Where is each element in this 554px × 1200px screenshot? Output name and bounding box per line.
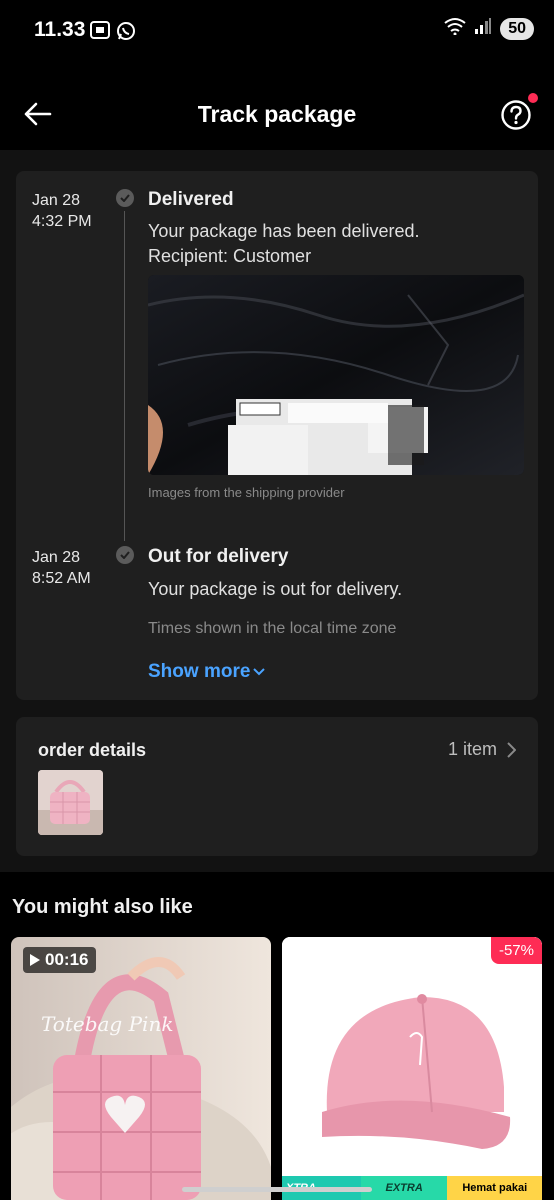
chevron-right-icon	[507, 741, 516, 758]
event-description-line: Your package is out for delivery.	[148, 579, 403, 599]
event-title: Out for delivery	[148, 546, 289, 567]
event-date-day: Jan 28	[32, 549, 81, 566]
recommendations-title: You might also like	[12, 896, 193, 918]
check-circle-icon	[116, 546, 134, 564]
play-icon	[30, 954, 40, 966]
package-photo-image	[148, 275, 524, 475]
discount-badge: -57%	[490, 937, 542, 964]
product-card[interactable]: Totebag Pink 00:16	[11, 937, 271, 1200]
battery-indicator: 50	[500, 17, 534, 40]
status-time: 11.33	[34, 18, 86, 41]
chevron-down-icon	[253, 668, 266, 676]
product-card[interactable]: -57% XTRA EXTRA Hemat pakai	[282, 937, 542, 1200]
order-item-count[interactable]: 1 item	[448, 739, 516, 760]
order-details-card[interactable]: order details 1 item	[16, 717, 538, 856]
video-duration: 00:16	[45, 950, 89, 969]
event-description-line: Your package has been delivered.	[148, 221, 420, 241]
event-date: Jan 28 8:52 AM	[32, 547, 91, 589]
delivery-proof-photo[interactable]	[148, 275, 524, 475]
page-title: Track package	[197, 101, 357, 127]
event-description: Your package is out for delivery.	[148, 577, 402, 602]
home-indicator[interactable]	[182, 1187, 372, 1192]
order-item-thumbnail[interactable]	[38, 770, 103, 835]
photo-caption: Images from the shipping provider	[148, 485, 345, 500]
tote-bag-product-image	[11, 937, 271, 1200]
event-date-time: 4:32 PM	[32, 213, 92, 230]
help-icon	[501, 100, 531, 130]
status-icons-right: 50	[444, 17, 534, 40]
check-circle-icon	[116, 189, 134, 207]
show-more-button[interactable]: Show more	[148, 661, 266, 683]
promo-label: Hemat pakai	[447, 1176, 542, 1200]
show-more-label: Show more	[148, 661, 251, 682]
video-duration-badge: 00:16	[23, 947, 97, 973]
wifi-icon	[444, 17, 466, 40]
timezone-note: Times shown in the local time zone	[148, 620, 397, 637]
promo-label: EXTRA	[360, 1176, 448, 1200]
pink-cap-product-image	[282, 937, 542, 1200]
whatsapp-icon	[116, 21, 136, 46]
order-details-label: order details	[38, 740, 147, 760]
notification-dot	[528, 93, 538, 103]
help-button[interactable]	[500, 99, 532, 131]
status-bar: 11.33 50	[0, 0, 554, 62]
recipient-line: Recipient: Customer	[148, 246, 312, 266]
signal-icon	[474, 17, 492, 40]
item-count-label: 1 item	[447, 739, 497, 759]
status-icons-left	[90, 21, 136, 46]
event-date-time: 8:52 AM	[32, 570, 91, 587]
tracking-timeline-card: Jan 28 4:32 PM Delivered Your package ha…	[16, 171, 538, 700]
event-description: Your package has been delivered. Recipie…	[148, 219, 420, 269]
event-title: Delivered	[148, 189, 234, 210]
screenshot-icon	[90, 21, 110, 46]
event-date: Jan 28 4:32 PM	[32, 190, 92, 232]
watermark-text: Totebag Pink	[41, 1012, 174, 1036]
pink-tote-bag-image	[38, 770, 103, 835]
header: Track package	[0, 62, 554, 150]
recommendations-section: You might also like Totebag Pink 00:16 -…	[0, 872, 554, 1200]
timeline-line	[124, 211, 125, 541]
event-date-day: Jan 28	[32, 192, 81, 209]
